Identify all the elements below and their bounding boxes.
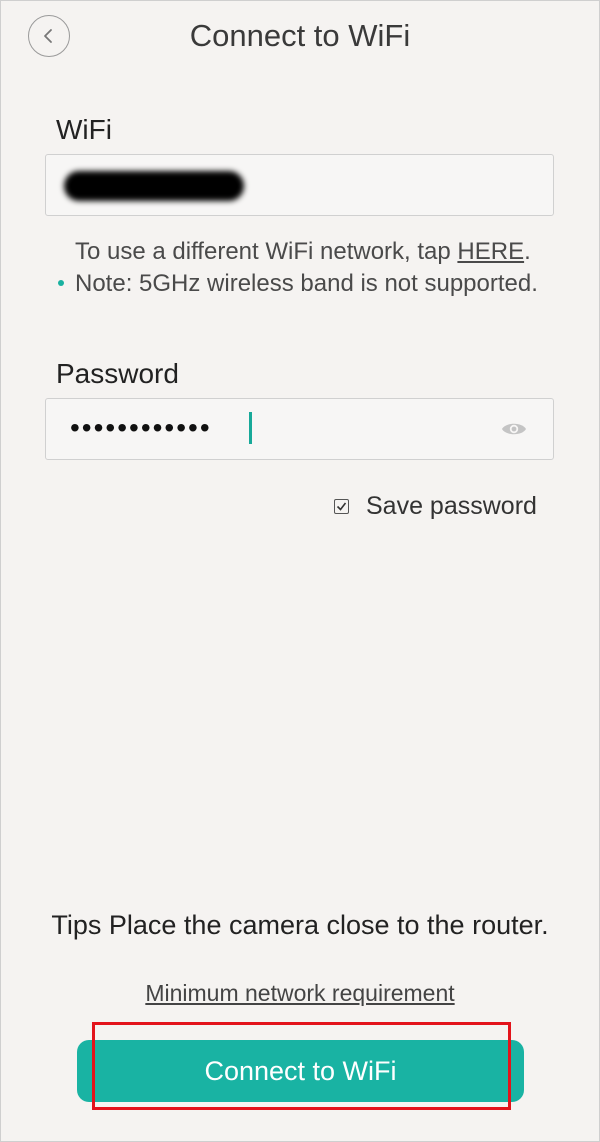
- eye-icon[interactable]: [501, 418, 527, 440]
- bullet-icon: [58, 280, 64, 286]
- password-value: ••••••••••••: [70, 412, 212, 443]
- wifi-label: WiFi: [56, 114, 112, 145]
- page-title: Connect to WiFi: [189, 18, 411, 53]
- password-label: Password: [56, 358, 179, 389]
- minimum-requirement-link[interactable]: Minimum network requirement: [0, 980, 600, 1007]
- save-password-toggle[interactable]: Save password: [334, 490, 537, 522]
- save-password-checkbox[interactable]: [334, 498, 349, 514]
- text-caret: [249, 412, 252, 444]
- here-link[interactable]: HERE: [457, 238, 524, 265]
- redacted-ssid: [64, 171, 244, 201]
- checkmark-icon: [336, 502, 347, 511]
- hint-text-before: To use a different WiFi network, tap: [75, 238, 458, 265]
- tips-text: Tips Place the camera close to the route…: [51, 910, 549, 940]
- connect-button[interactable]: Connect to WiFi: [77, 1040, 524, 1102]
- password-field[interactable]: ••••••••••••: [45, 398, 554, 460]
- wifi-field[interactable]: [45, 154, 554, 216]
- save-password-label: Save password: [366, 491, 537, 520]
- network-hint: To use a different WiFi network, tap HER…: [75, 236, 555, 300]
